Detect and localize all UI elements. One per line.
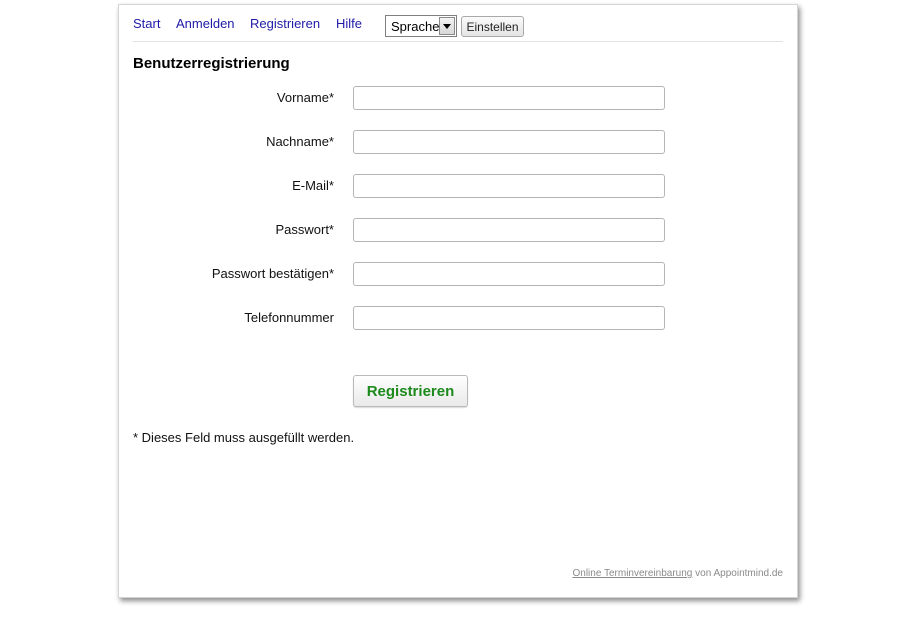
form-row-nachname: Nachname*	[119, 130, 799, 154]
form-row-vorname: Vorname*	[119, 86, 799, 110]
telefonnummer-input[interactable]	[353, 306, 665, 330]
form-row-passwort-bestaetigen: Passwort bestätigen*	[119, 262, 799, 286]
nav-link-hilfe[interactable]: Hilfe	[336, 16, 362, 31]
passwort-label: Passwort*	[275, 222, 334, 237]
language-select-value: Sprache	[391, 19, 440, 34]
footer-link[interactable]: Online Terminvereinbarung	[572, 568, 692, 579]
telefonnummer-label: Telefonnummer	[244, 310, 334, 325]
form-row-passwort: Passwort*	[119, 218, 799, 242]
top-navigation: Start Anmelden Registrieren Hilfe Sprach…	[133, 15, 783, 42]
nav-link-registrieren[interactable]: Registrieren	[250, 16, 320, 31]
passwort-bestaetigen-input[interactable]	[353, 262, 665, 286]
passwort-bestaetigen-label: Passwort bestätigen*	[211, 266, 334, 281]
form-row-telefonnummer: Telefonnummer	[119, 306, 799, 330]
page-title: Benutzerregistrierung	[133, 55, 290, 72]
form-row-email: E-Mail*	[119, 174, 799, 198]
chevron-down-icon	[443, 24, 451, 29]
vorname-input[interactable]	[353, 86, 665, 110]
nachname-input[interactable]	[353, 130, 665, 154]
email-input[interactable]	[353, 174, 665, 198]
registration-card: Start Anmelden Registrieren Hilfe Sprach…	[118, 4, 798, 598]
footer-credit: Online Terminvereinbarung von Appointmin…	[572, 568, 783, 579]
nav-link-start[interactable]: Start	[133, 16, 160, 31]
language-select[interactable]: Sprache	[385, 15, 457, 37]
nachname-label: Nachname*	[266, 134, 334, 149]
email-label: E-Mail*	[292, 178, 334, 193]
apply-language-button[interactable]: Einstellen	[461, 16, 524, 37]
vorname-label: Vorname*	[276, 90, 334, 105]
register-submit-button[interactable]: Registrieren	[353, 375, 468, 407]
footer-suffix: von Appointmind.de	[695, 568, 783, 579]
dropdown-arrow[interactable]	[439, 17, 455, 35]
nav-link-anmelden[interactable]: Anmelden	[176, 16, 235, 31]
required-field-note: * Dieses Feld muss ausgefüllt werden.	[133, 430, 355, 445]
passwort-input[interactable]	[353, 218, 665, 242]
